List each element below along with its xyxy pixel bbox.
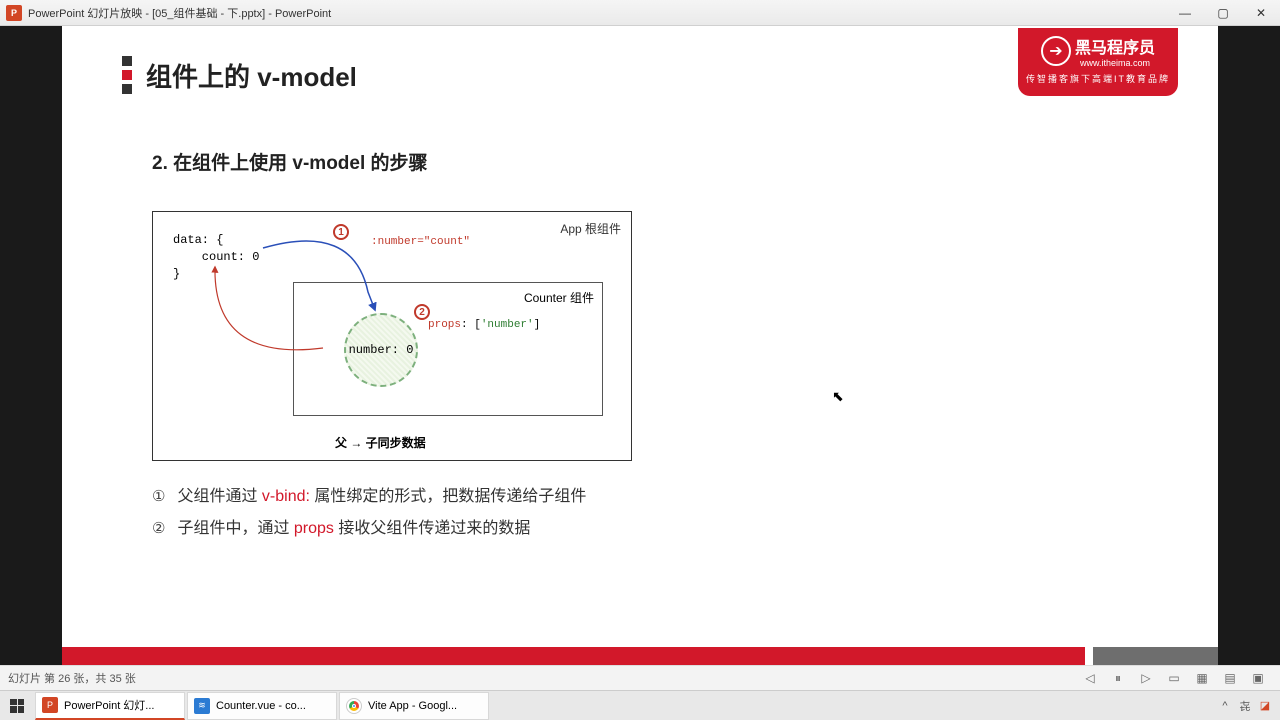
- start-button[interactable]: [0, 691, 34, 721]
- diagram-props-code: props: ['number']: [428, 319, 540, 331]
- diagram-number-circle: number: 0: [344, 313, 418, 387]
- slideshow-area: ➔ 黑马程序员 www.itheima.com 传智播客旗下高端IT教育品牌 组…: [0, 26, 1280, 665]
- taskbar: P PowerPoint 幻灯... ≋ Counter.vue - co...…: [0, 690, 1280, 720]
- powerpoint-icon: P: [6, 5, 22, 21]
- diagram-badge-1: 1: [333, 224, 349, 240]
- view-normal-button[interactable]: ▭: [1163, 669, 1185, 687]
- note-1: ① 父组件通过 v-bind: 属性绑定的形式，把数据传递给子组件: [152, 481, 586, 513]
- maximize-button[interactable]: ▢: [1204, 0, 1242, 26]
- title-bullets-icon: [122, 56, 132, 94]
- close-button[interactable]: ✕: [1242, 0, 1280, 26]
- prev-slide-button[interactable]: ◁: [1079, 669, 1101, 687]
- diagram-bind-code: :number="count": [371, 236, 470, 248]
- slide-title-row: 组件上的 v-model: [122, 56, 357, 94]
- diagram-badge-2: 2: [414, 304, 430, 320]
- note-2: ② 子组件中，通过 props 接收父组件传递过来的数据: [152, 513, 586, 545]
- view-slideshow-button[interactable]: ▣: [1247, 669, 1269, 687]
- minimize-button[interactable]: —: [1166, 0, 1204, 26]
- chrome-task-icon: [346, 698, 362, 714]
- window-title: PowerPoint 幻灯片放映 - [05_组件基础 - 下.pptx] - …: [28, 5, 1166, 21]
- system-tray[interactable]: ^ 㐂 ◪: [1218, 699, 1280, 713]
- slide-counter-text: 幻灯片 第 26 张，共 35 张: [8, 670, 136, 686]
- brand-tagline: 传智播客旗下高端IT教育品牌: [1018, 72, 1178, 85]
- diagram-box: App 根组件 data: { count: 0 } :number="coun…: [152, 211, 632, 461]
- window-controls: — ▢ ✕: [1166, 0, 1280, 26]
- slide-subheading: 2. 在组件上使用 v-model 的步骤: [152, 148, 428, 175]
- diagram-counter-box: Counter 组件 number: 0: [293, 282, 603, 416]
- brand-logo-icon: ➔: [1041, 36, 1071, 66]
- slide-content[interactable]: ➔ 黑马程序员 www.itheima.com 传智播客旗下高端IT教育品牌 组…: [62, 26, 1218, 665]
- taskbar-item-vscode[interactable]: ≋ Counter.vue - co...: [187, 692, 337, 720]
- tray-ime-icon[interactable]: 㐂: [1238, 699, 1252, 713]
- taskbar-item-chrome[interactable]: Vite App - Googl...: [339, 692, 489, 720]
- powerpoint-task-icon: P: [42, 697, 58, 713]
- window-titlebar: P PowerPoint 幻灯片放映 - [05_组件基础 - 下.pptx] …: [0, 0, 1280, 26]
- vscode-task-icon: ≋: [194, 698, 210, 714]
- brand-logo-badge: ➔ 黑马程序员 www.itheima.com 传智播客旗下高端IT教育品牌: [1018, 28, 1178, 96]
- tray-up-icon[interactable]: ^: [1218, 699, 1232, 713]
- brand-name: 黑马程序员: [1075, 34, 1155, 58]
- next-slide-button[interactable]: ▷: [1135, 669, 1157, 687]
- slide-heading: 组件上的 v-model: [146, 57, 357, 94]
- slide-right-margin: [1218, 26, 1280, 665]
- diagram-sync-label: 父 → 子同步数据: [335, 434, 426, 451]
- slide-footer-bar: [62, 647, 1218, 665]
- tray-app-icon[interactable]: ◪: [1258, 699, 1272, 713]
- diagram-app-label: App 根组件: [560, 220, 621, 237]
- diagram-data-code: data: { count: 0 }: [173, 232, 259, 282]
- brand-url: www.itheima.com: [1075, 58, 1155, 68]
- windows-logo-icon: [10, 699, 24, 713]
- slide-left-margin: [0, 26, 62, 665]
- status-bar: 幻灯片 第 26 张，共 35 张 ◁ ⏸ ▷ ▭ ▦ ▤ ▣: [0, 665, 1280, 690]
- slide-notes: ① 父组件通过 v-bind: 属性绑定的形式，把数据传递给子组件 ② 子组件中…: [152, 481, 586, 545]
- view-sorter-button[interactable]: ▦: [1191, 669, 1213, 687]
- taskbar-item-powerpoint[interactable]: P PowerPoint 幻灯...: [35, 692, 185, 720]
- pause-button[interactable]: ⏸: [1107, 669, 1129, 687]
- mouse-cursor-icon: ⬉: [832, 388, 844, 405]
- diagram-counter-label: Counter 组件: [524, 289, 594, 306]
- view-reading-button[interactable]: ▤: [1219, 669, 1241, 687]
